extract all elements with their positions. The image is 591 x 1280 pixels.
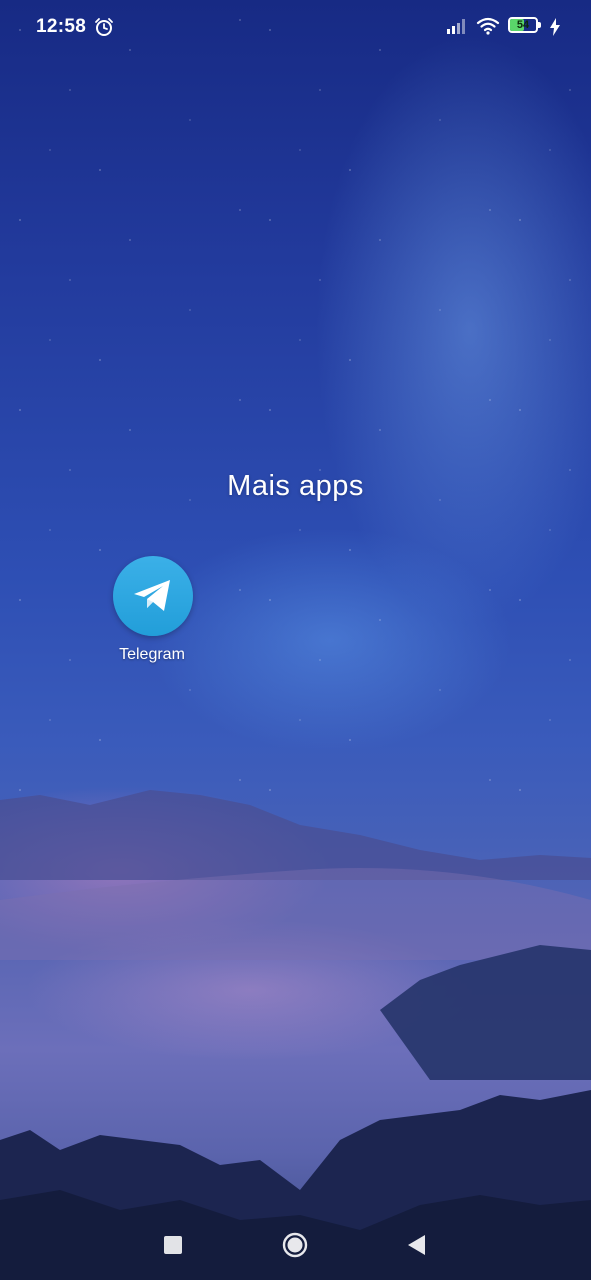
triangle-back-icon[interactable]: [406, 1234, 426, 1256]
battery-cap: [538, 22, 541, 28]
status-bar: 12:58 54: [0, 0, 591, 56]
clock: 12:58: [36, 16, 87, 37]
app-label: Telegram: [119, 646, 185, 663]
battery-indicator: 54: [508, 17, 544, 35]
lightning-bolt-icon: [550, 18, 560, 36]
circle-home-icon[interactable]: [282, 1232, 308, 1258]
folder-title: Mais apps: [227, 470, 364, 502]
telegram-paper-plane-icon[interactable]: [113, 556, 193, 636]
navigation-bar: [0, 1216, 591, 1272]
wallpaper: [0, 0, 591, 1280]
mountain-landscape: [0, 790, 591, 1280]
wifi-icon: [476, 17, 500, 35]
alarm-clock-icon: [95, 18, 113, 36]
app-telegram[interactable]: Telegram: [102, 556, 202, 676]
cellular-signal-icon: [447, 19, 465, 34]
battery-level: 54: [516, 19, 530, 31]
square-recents-icon[interactable]: [164, 1236, 182, 1254]
